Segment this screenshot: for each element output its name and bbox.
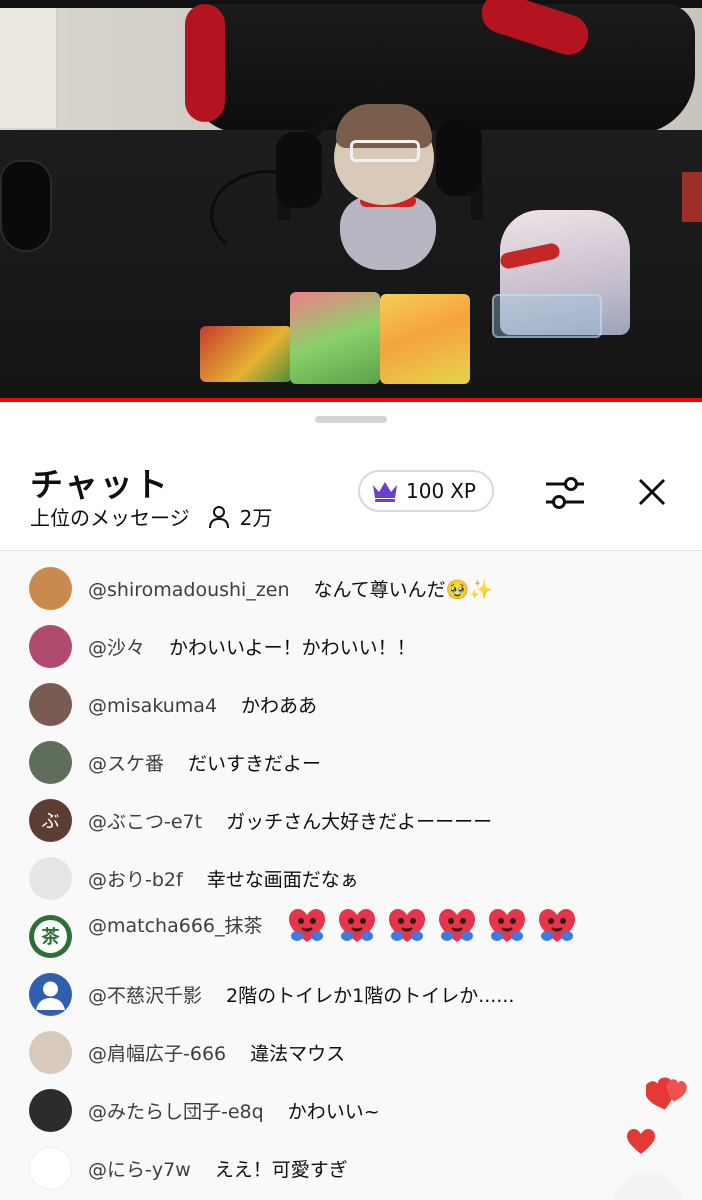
avatar[interactable] xyxy=(29,1088,72,1132)
message-content: @にら-y7w ええ！可愛すぎ xyxy=(88,1155,348,1182)
chat-mode-label[interactable]: 上位のメッセージ xyxy=(30,502,190,531)
drag-handle[interactable] xyxy=(315,416,387,423)
message-author[interactable]: @沙々 xyxy=(88,637,145,659)
message-author[interactable]: @matcha666_抹茶 xyxy=(88,915,263,937)
crown-icon xyxy=(370,479,400,503)
chat-message[interactable]: @おり-b2f 幸せな画面だなぁ xyxy=(0,849,702,907)
video-plush-body xyxy=(340,196,436,270)
message-content: @みたらし団子-e8q かわいい~ xyxy=(88,1097,380,1124)
chat-message[interactable]: @不慈沢千影 2階のトイレか1階のトイレか...... xyxy=(0,965,702,1023)
message-text: かわいい~ xyxy=(287,1100,380,1123)
avatar[interactable] xyxy=(29,682,72,726)
chat-message[interactable]: @にら-y7w ええ！可愛すぎ xyxy=(0,1139,702,1197)
filter-icon xyxy=(540,477,590,522)
video-chair-accent xyxy=(185,4,225,122)
heart-hug-emoji-icon xyxy=(287,906,327,946)
chat-message[interactable]: @みたらし団子-e8q かわいい~ xyxy=(0,1081,702,1139)
message-text: 違法マウス xyxy=(250,1042,346,1065)
avatar-initial: ぶ xyxy=(41,811,60,832)
avatar[interactable] xyxy=(29,972,72,1016)
message-author[interactable]: @肩幅広子-666 xyxy=(88,1043,226,1065)
chat-message[interactable]: @沙々 かわいいよー！かわいい！！ xyxy=(0,617,702,675)
message-author[interactable]: @ぶこつ-e7t xyxy=(88,811,202,833)
viewer-icon xyxy=(208,505,230,529)
chat-title: チャット xyxy=(30,465,170,504)
chat-message[interactable]: @misakuma4 かわああ xyxy=(0,675,702,733)
video-acrylic-stand-3 xyxy=(380,294,470,384)
heart-hug-emoji-icon xyxy=(437,906,477,946)
close-icon xyxy=(626,478,678,522)
message-content: @shiromadoushi_zen なんて尊いんだ🥹✨ xyxy=(88,575,493,602)
chat-message[interactable]: 茶 @matcha666_抹茶 xyxy=(0,907,702,965)
message-content: @スケ番 だいすきだよー xyxy=(88,749,321,776)
xp-amount: 100 xyxy=(406,479,445,503)
avatar[interactable] xyxy=(29,1030,72,1074)
chat-header: チャット 上位のメッセージ 2万 100 XP xyxy=(0,446,702,550)
avatar[interactable] xyxy=(29,566,72,610)
message-author[interactable]: @スケ番 xyxy=(88,753,164,775)
message-text: かわああ xyxy=(241,694,318,717)
avatar[interactable] xyxy=(29,740,72,784)
message-text: だいすきだよー xyxy=(188,752,322,775)
video-headphone-cup-left xyxy=(276,132,322,208)
video-plush-glasses xyxy=(350,140,420,162)
avatar[interactable]: ぶ xyxy=(29,798,72,842)
heart-hug-emoji-icon xyxy=(337,906,377,946)
chat-message[interactable]: @肩幅広子-666 違法マウス xyxy=(0,1023,702,1081)
heart-hug-emoji-icon xyxy=(537,906,577,946)
video-acrylic-stand-2 xyxy=(290,292,380,384)
video-mouse xyxy=(0,160,52,252)
message-author[interactable]: @にら-y7w xyxy=(88,1159,191,1181)
xp-unit: XP xyxy=(450,479,476,503)
message-content: @沙々 かわいいよー！かわいい！！ xyxy=(88,633,416,660)
video-red-object xyxy=(682,172,702,222)
video-acrylic-stand-1 xyxy=(200,326,292,382)
message-text: かわいいよー！かわいい！！ xyxy=(169,636,416,659)
message-author[interactable]: @shiromadoushi_zen xyxy=(88,579,290,601)
message-content: @おり-b2f 幸せな画面だなぁ xyxy=(88,865,359,892)
viewer-count: 2万 xyxy=(239,506,273,530)
heart-reaction-icon xyxy=(644,1074,690,1118)
message-content: @matcha666_抹茶 xyxy=(88,906,587,946)
chat-message[interactable]: @shiromadoushi_zen なんて尊いんだ🥹✨ xyxy=(0,559,702,617)
message-text: 2階のトイレか1階のトイレか...... xyxy=(226,984,515,1007)
message-content: @不慈沢千影 2階のトイレか1階のトイレか...... xyxy=(88,981,514,1008)
chat-message-list[interactable]: @shiromadoushi_zen なんて尊いんだ🥹✨ @沙々 かわいいよー！かわい… xyxy=(0,551,702,1200)
message-author[interactable]: @misakuma4 xyxy=(88,695,217,717)
xp-badge[interactable]: 100 XP xyxy=(358,470,494,512)
close-button[interactable] xyxy=(626,468,678,518)
video-headphone-cup-right xyxy=(436,120,482,196)
message-content: @misakuma4 かわああ xyxy=(88,691,317,718)
heart-hug-emoji-icon xyxy=(487,906,527,946)
message-text: なんて尊いんだ🥹✨ xyxy=(313,578,493,601)
message-content: @肩幅広子-666 違法マウス xyxy=(88,1039,345,1066)
chat-panel: チャット 上位のメッセージ 2万 100 XP @shiromadoushi_z… xyxy=(0,402,702,1200)
message-content: @ぶこつ-e7t ガッチさん大好きだよーーーー xyxy=(88,807,492,834)
message-author[interactable]: @みたらし団子-e8q xyxy=(88,1101,264,1123)
video-standee-base xyxy=(492,294,602,338)
avatar[interactable] xyxy=(29,1146,72,1190)
chat-message[interactable]: ぶ @ぶこつ-e7t ガッチさん大好きだよーーーー xyxy=(0,791,702,849)
video-player[interactable] xyxy=(0,0,702,402)
filter-button[interactable] xyxy=(540,468,590,518)
chat-subtitle-row: 上位のメッセージ 2万 xyxy=(30,502,272,531)
heart-hug-emoji-icon xyxy=(387,906,427,946)
video-bag xyxy=(0,8,58,128)
heart-reaction-icon xyxy=(626,1128,656,1160)
avatar-initial: 茶 xyxy=(34,919,67,953)
avatar[interactable] xyxy=(29,856,72,900)
avatar[interactable] xyxy=(29,624,72,668)
avatar[interactable]: 茶 xyxy=(29,914,72,958)
message-author[interactable]: @おり-b2f xyxy=(88,869,183,891)
message-text: ええ！可愛すぎ xyxy=(214,1158,348,1181)
message-text: ガッチさん大好きだよーーーー xyxy=(226,810,493,833)
chat-message[interactable]: @スケ番 だいすきだよー xyxy=(0,733,702,791)
message-text: 幸せな画面だなぁ xyxy=(206,868,359,891)
message-author[interactable]: @不慈沢千影 xyxy=(88,985,202,1007)
video-chair xyxy=(185,4,695,134)
default-user-icon xyxy=(36,981,65,1010)
